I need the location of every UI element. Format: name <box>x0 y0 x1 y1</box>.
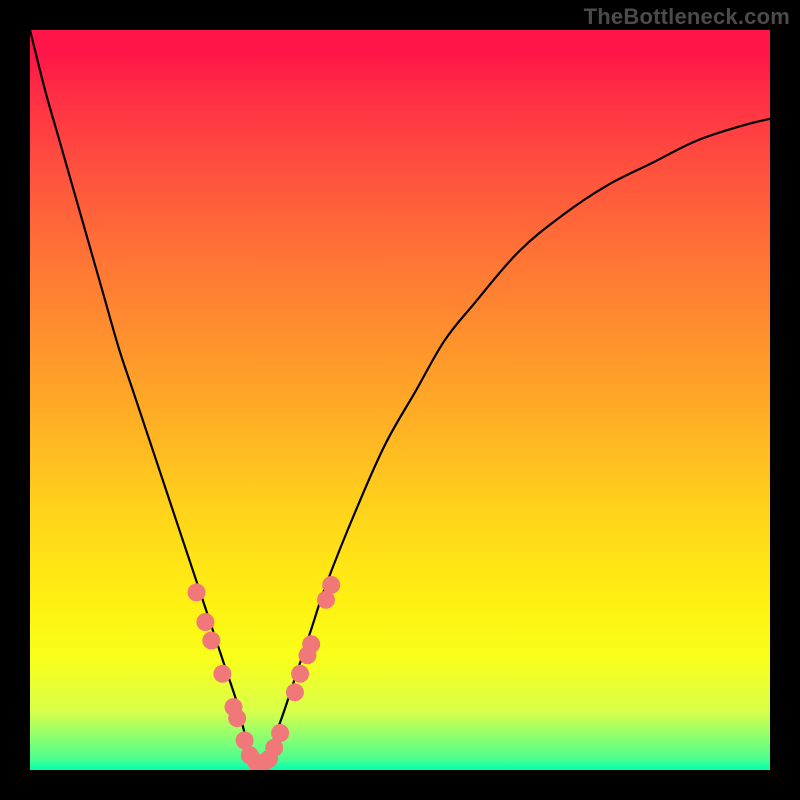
curve-marker <box>302 635 320 653</box>
curve-marker <box>202 632 220 650</box>
marker-group <box>188 576 341 770</box>
curve-layer <box>30 30 770 770</box>
curve-marker <box>322 576 340 594</box>
frame-left <box>0 0 30 800</box>
curve-marker <box>228 709 246 727</box>
curve-marker <box>213 665 231 683</box>
watermark-text: TheBottleneck.com <box>584 4 790 30</box>
curve-marker <box>271 724 289 742</box>
frame-right <box>770 0 800 800</box>
curve-marker <box>291 665 309 683</box>
curve-marker <box>286 683 304 701</box>
bottleneck-curve <box>30 30 770 763</box>
plot-area <box>30 30 770 770</box>
chart-canvas: TheBottleneck.com <box>0 0 800 800</box>
frame-bottom <box>0 770 800 800</box>
curve-marker <box>196 613 214 631</box>
curve-marker <box>188 583 206 601</box>
